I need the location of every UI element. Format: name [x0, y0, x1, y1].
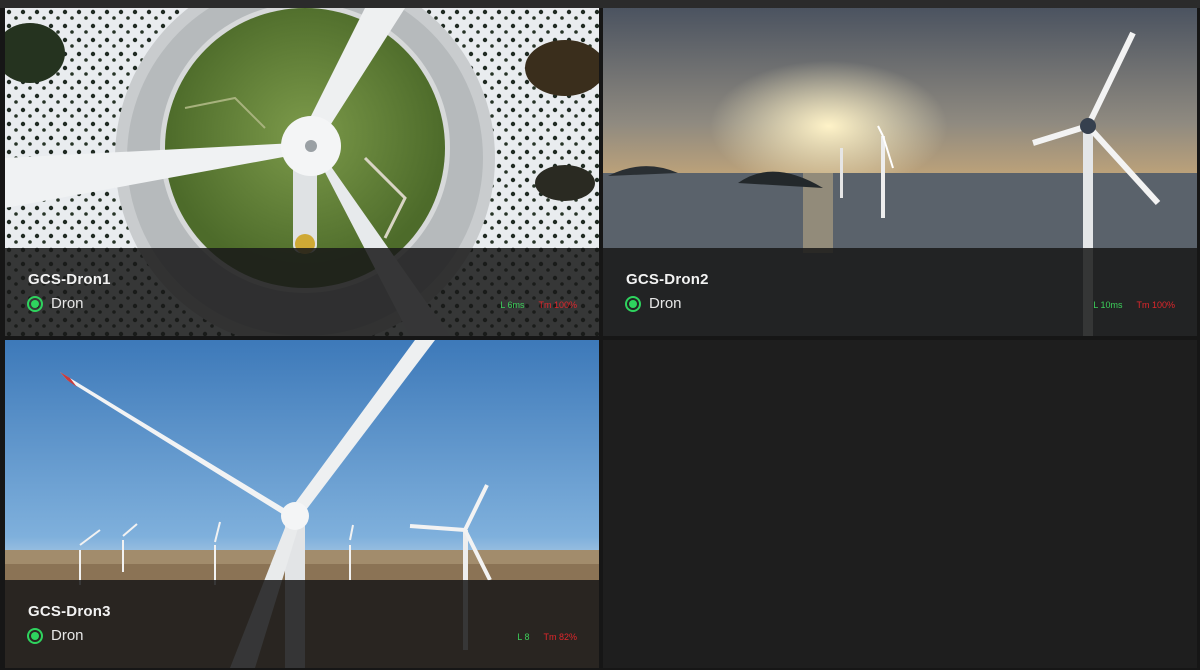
telemetry-readout: Tm 100%: [538, 300, 577, 310]
feed-info-overlay: GCS-Dron2 Dron L 10ms Tm 100%: [603, 248, 1197, 336]
status-label: Dron: [51, 295, 84, 312]
empty-feed-slot: [603, 340, 1197, 668]
feed-info-overlay: GCS-Dron3 Dron L 8 Tm 82%: [5, 580, 599, 668]
latency-readout: L 6ms: [500, 300, 525, 310]
feed-info-overlay: GCS-Dron1 Dron L 6ms Tm 100%: [5, 248, 599, 336]
feed-title: GCS-Dron1: [28, 271, 111, 288]
feed-metrics: L 10ms Tm 100%: [1093, 300, 1175, 310]
status-label: Dron: [649, 295, 682, 312]
telemetry-readout: Tm 82%: [543, 632, 577, 642]
video-grid: GCS-Dron1 Dron L 6ms Tm 100% GCS-Dron2 D…: [5, 8, 1197, 668]
latency-readout: L 10ms: [1093, 300, 1123, 310]
latency-readout: L 8: [517, 632, 530, 642]
video-feed-1[interactable]: GCS-Dron1 Dron L 6ms Tm 100%: [5, 8, 599, 336]
video-feed-3[interactable]: GCS-Dron3 Dron L 8 Tm 82%: [5, 340, 599, 668]
feed-status: Dron: [625, 295, 682, 312]
top-bar: [0, 0, 1200, 8]
feed-title: GCS-Dron3: [28, 603, 111, 620]
feed-metrics: L 6ms Tm 100%: [500, 300, 577, 310]
status-online-icon: [27, 295, 43, 312]
status-label: Dron: [51, 627, 84, 644]
status-online-icon: [625, 295, 641, 312]
feed-status: Dron: [27, 627, 84, 644]
feed-title: GCS-Dron2: [626, 271, 709, 288]
feed-metrics: L 8 Tm 82%: [517, 632, 577, 642]
video-feed-2[interactable]: GCS-Dron2 Dron L 10ms Tm 100%: [603, 8, 1197, 336]
status-online-icon: [27, 627, 43, 644]
telemetry-readout: Tm 100%: [1136, 300, 1175, 310]
feed-status: Dron: [27, 295, 84, 312]
